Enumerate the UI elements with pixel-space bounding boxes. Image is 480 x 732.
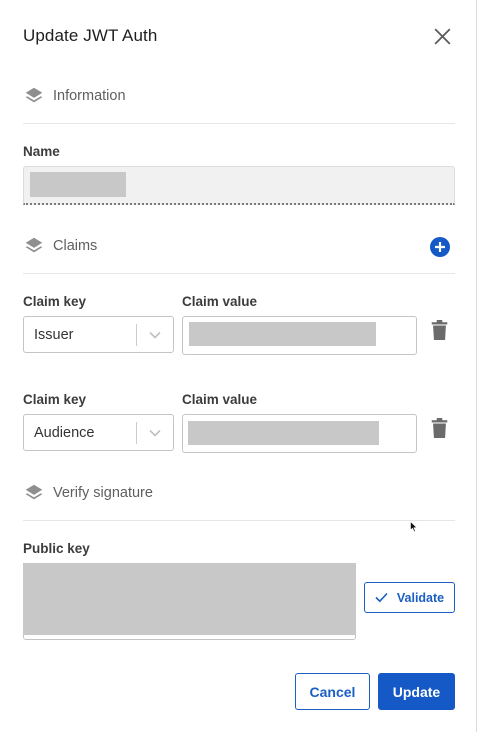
check-icon [375,592,388,603]
section-information-label: Information [53,88,126,104]
claim-value-label: Claim value [182,392,258,407]
public-key-redacted [23,563,356,635]
claim-value-redacted [188,421,379,445]
select-separator [136,324,137,346]
name-value-redacted [30,172,126,197]
dialog-title: Update JWT Auth [23,26,158,45]
layers-icon [25,237,43,253]
public-key-label: Public key [23,541,90,556]
select-separator [136,422,137,444]
trash-icon[interactable] [431,418,448,438]
claim-value-input[interactable] [182,316,417,355]
claim-key-select[interactable]: Issuer [23,316,174,353]
chevron-down-icon [149,331,161,339]
update-jwt-auth-dialog: Update JWT Auth Information Name Claims … [0,0,477,732]
claim-key-label: Claim key [23,392,87,407]
layers-icon [25,87,43,103]
claim-value-label: Claim value [182,294,258,309]
name-input[interactable] [23,166,455,205]
section-verify-signature-label: Verify signature [53,485,153,501]
trash-icon[interactable] [431,320,448,340]
update-button[interactable]: Update [378,673,455,710]
public-key-textarea[interactable] [23,563,356,640]
section-information: Information [23,84,126,108]
section-verify-signature: Verify signature [23,481,153,505]
validate-label: Validate [396,590,445,605]
layers-icon [25,484,43,500]
claim-value-input[interactable] [182,414,417,453]
section-claims: Claims [23,234,97,258]
claim-key-value: Audience [34,425,95,441]
name-label: Name [23,144,60,159]
claim-key-select[interactable]: Audience [23,414,174,451]
claim-value-redacted [189,322,376,346]
claim-key-label: Claim key [23,294,87,309]
validate-button[interactable]: Validate [364,582,455,613]
claim-key-value: Issuer [34,327,74,343]
cancel-button[interactable]: Cancel [295,673,370,710]
divider [23,123,455,124]
section-claims-label: Claims [53,238,98,254]
mouse-cursor-icon [410,521,418,533]
divider [23,520,455,521]
close-icon[interactable] [432,26,453,47]
divider [23,273,455,274]
add-claim-icon[interactable] [430,237,450,257]
chevron-down-icon [149,429,161,437]
